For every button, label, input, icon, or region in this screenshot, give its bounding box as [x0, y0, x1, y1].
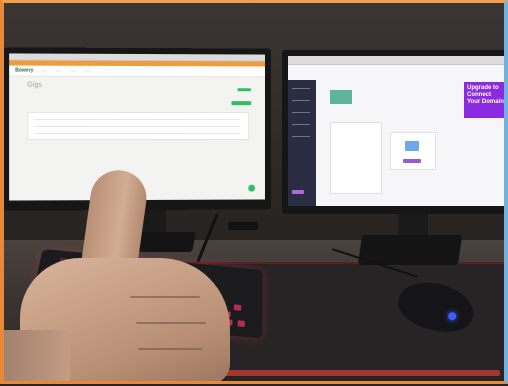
site-thumbnail	[330, 90, 352, 104]
status-pill	[237, 88, 252, 92]
right-monitor-screen: Upgrade to Connect Your Domain	[288, 56, 508, 206]
dark-sidebar	[288, 80, 316, 206]
table-row	[34, 118, 241, 121]
app-navbar: Bowery —— —— —— ——	[9, 65, 265, 78]
browser-toolbar	[288, 56, 508, 65]
desk-mat-edge	[200, 370, 500, 376]
nav-item: ——	[69, 68, 76, 73]
nav-item: ——	[83, 68, 90, 73]
key-backlight	[233, 304, 242, 311]
table-row	[34, 125, 241, 128]
finger-crease	[138, 348, 202, 350]
upgrade-promo: Upgrade to Connect Your Domain	[464, 82, 508, 118]
finger-crease	[136, 322, 206, 324]
floating-action-button	[248, 184, 256, 192]
gigs-table	[27, 111, 250, 141]
sidebar-item	[292, 88, 310, 89]
sidebar-item	[292, 124, 310, 125]
finger-crease	[130, 296, 200, 298]
nav-item: ——	[55, 68, 62, 73]
sidebar-item	[292, 136, 310, 137]
sidebar-item	[292, 112, 310, 113]
app-logo: Bowery	[15, 67, 34, 74]
sidebar-item	[292, 100, 310, 101]
wrist	[0, 330, 70, 384]
card-button	[403, 159, 421, 163]
page-title: Gigs	[27, 81, 42, 89]
illustration-icon	[405, 141, 419, 151]
sidebar-button	[292, 190, 304, 194]
illustration-card	[390, 132, 436, 170]
table-row	[34, 132, 241, 135]
cable-adapter	[228, 222, 258, 230]
key-backlight	[237, 320, 245, 327]
list-panel	[330, 122, 382, 194]
mouse-led-icon	[447, 311, 458, 322]
primary-button	[231, 101, 252, 106]
nav-item: ——	[41, 68, 48, 73]
right-monitor: Upgrade to Connect Your Domain	[282, 50, 508, 214]
